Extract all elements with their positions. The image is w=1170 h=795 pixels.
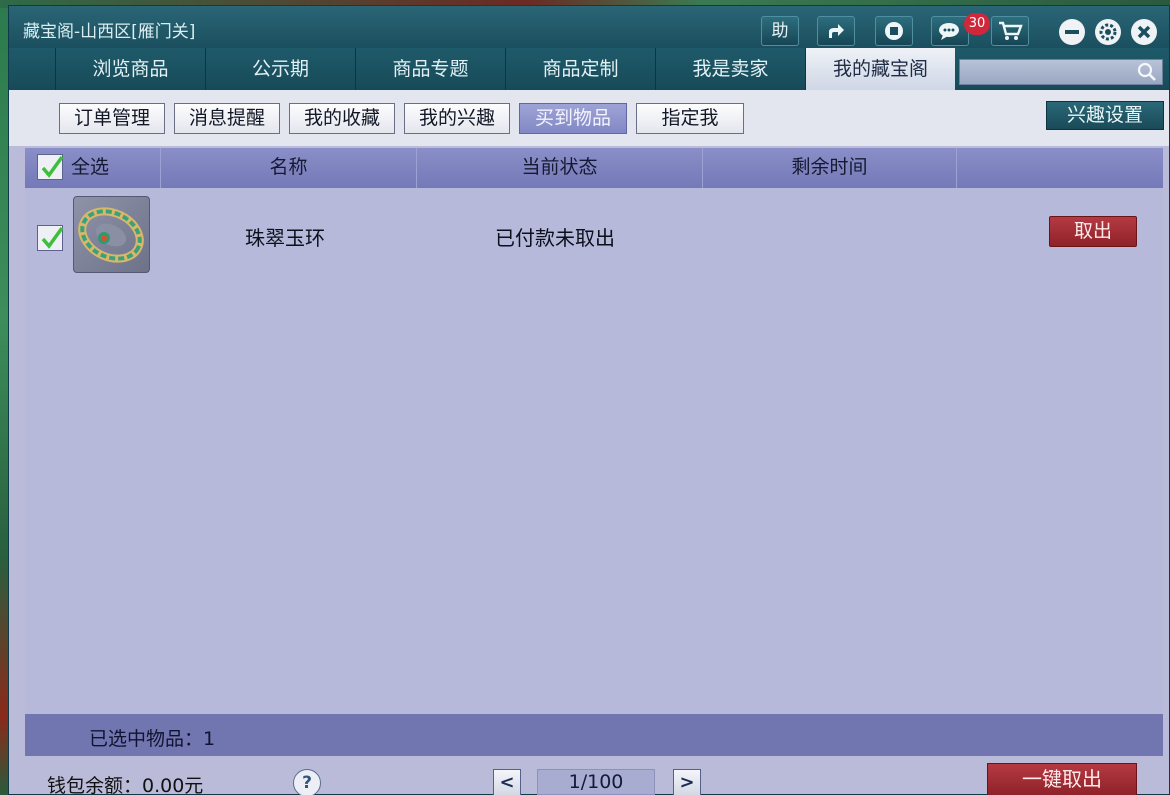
- share-icon: [829, 24, 844, 38]
- my-interests-button[interactable]: 我的兴趣: [404, 103, 510, 134]
- share-button[interactable]: [817, 16, 855, 46]
- search-input[interactable]: [959, 59, 1163, 85]
- sub-nav: 订单管理 消息提醒 我的收藏 我的兴趣 买到物品 指定我 兴趣设置: [9, 90, 1169, 146]
- cart-icon: [999, 21, 1023, 40]
- column-header-name: 名称: [161, 148, 417, 188]
- record-icon: [885, 22, 903, 40]
- help-button[interactable]: 助: [761, 16, 799, 46]
- title-bar[interactable]: 藏宝阁-山西区[雁门关] 助 30: [9, 6, 1169, 48]
- treasure-pavilion-window: 藏宝阁-山西区[雁门关] 助 30 浏览商品 公示期 商品专题 商品定制 我是卖…: [8, 5, 1170, 795]
- message-count-badge: 30: [964, 13, 990, 35]
- item-thumbnail[interactable]: [73, 196, 150, 273]
- previous-page-button[interactable]: <: [493, 769, 521, 795]
- table-header: 全选 名称 当前状态 剩余时间: [25, 148, 1163, 188]
- tab-my-treasure[interactable]: 我的藏宝阁: [805, 48, 955, 90]
- bought-items-button[interactable]: 买到物品: [519, 103, 627, 134]
- tab-seller[interactable]: 我是卖家: [655, 48, 805, 90]
- items-table: 全选 名称 当前状态 剩余时间 珠翠玉环 已付款未取出 取出 已选中物品：1: [25, 148, 1163, 756]
- selection-summary-bar: 已选中物品：1: [25, 714, 1163, 756]
- check-icon: [41, 226, 64, 249]
- search-icon[interactable]: [1137, 62, 1157, 82]
- settings-icon: [1099, 23, 1117, 41]
- tab-goods-topics[interactable]: 商品专题: [355, 48, 505, 90]
- check-icon: [41, 155, 64, 178]
- item-name: 珠翠玉环: [245, 226, 325, 250]
- item-status: 已付款未取出: [495, 226, 615, 250]
- record-button[interactable]: [875, 16, 913, 46]
- cart-button[interactable]: [991, 16, 1029, 46]
- take-out-button[interactable]: 取出: [1049, 216, 1137, 247]
- minimize-button[interactable]: [1059, 19, 1085, 45]
- selected-count: 已选中物品：1: [89, 728, 216, 750]
- column-header-status: 当前状态: [417, 148, 703, 188]
- message-icon: [939, 23, 959, 40]
- assigned-to-me-button[interactable]: 指定我: [636, 103, 744, 134]
- select-all-checkbox[interactable]: [37, 154, 64, 180]
- tab-public-period[interactable]: 公示期: [205, 48, 355, 90]
- tab-goods-custom[interactable]: 商品定制: [505, 48, 655, 90]
- select-all-label: 全选: [71, 156, 110, 178]
- column-header-remaining-time: 剩余时间: [703, 148, 957, 188]
- next-page-button[interactable]: >: [673, 769, 701, 795]
- help-question-button[interactable]: ?: [293, 769, 321, 795]
- message-reminder-button[interactable]: 消息提醒: [174, 103, 280, 134]
- my-favorites-button[interactable]: 我的收藏: [289, 103, 395, 134]
- minimize-icon: [1065, 30, 1079, 34]
- take-all-button[interactable]: 一键取出: [987, 763, 1137, 795]
- order-management-button[interactable]: 订单管理: [59, 103, 165, 134]
- interest-settings-button[interactable]: 兴趣设置: [1046, 101, 1164, 130]
- jade-ring-icon: [78, 207, 144, 263]
- tab-browse-goods[interactable]: 浏览商品: [55, 48, 205, 90]
- column-header-actions: [957, 148, 1163, 188]
- close-icon: [1137, 25, 1151, 39]
- settings-button[interactable]: [1095, 19, 1121, 45]
- select-all-cell[interactable]: 全选: [25, 148, 161, 188]
- row-checkbox[interactable]: [37, 225, 64, 251]
- close-button[interactable]: [1131, 19, 1157, 45]
- table-row[interactable]: 珠翠玉环 已付款未取出 取出: [25, 188, 1163, 280]
- main-nav: 浏览商品 公示期 商品专题 商品定制 我是卖家 我的藏宝阁: [9, 48, 1169, 90]
- wallet-balance: 钱包余额：0.00元: [47, 775, 204, 795]
- page-indicator: 1/100: [537, 769, 655, 795]
- window-title: 藏宝阁-山西区[雁门关]: [23, 22, 196, 42]
